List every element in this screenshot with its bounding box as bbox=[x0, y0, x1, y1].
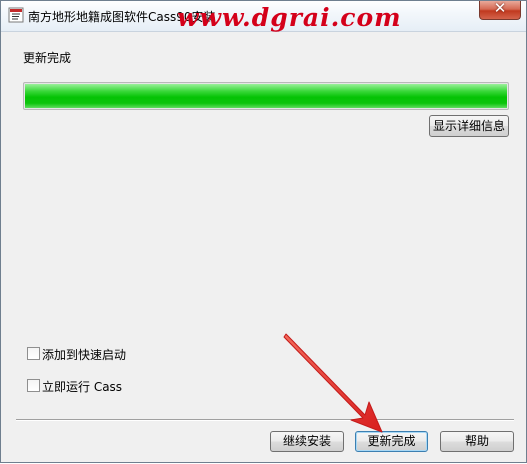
quick-launch-checkbox[interactable] bbox=[27, 347, 40, 360]
installer-window: 南方地形地籍成图软件Cass90安装 www.dgrai.com ✕ 更新完成 … bbox=[0, 0, 527, 463]
progress-fill bbox=[25, 84, 507, 108]
finish-update-button[interactable]: 更新完成 bbox=[355, 431, 428, 452]
button-separator bbox=[16, 419, 514, 421]
title-bar[interactable]: 南方地形地籍成图软件Cass90安装 www.dgrai.com ✕ bbox=[1, 0, 526, 32]
status-label: 更新完成 bbox=[23, 51, 72, 65]
run-now-checkbox[interactable] bbox=[27, 379, 40, 392]
quick-launch-label: 添加到快速启动 bbox=[42, 348, 127, 362]
app-icon bbox=[8, 7, 24, 23]
help-button[interactable]: 帮助 bbox=[440, 431, 514, 452]
run-now-label: 立即运行 Cass bbox=[42, 380, 123, 394]
continue-install-button[interactable]: 继续安装 bbox=[270, 431, 344, 452]
progress-bar bbox=[23, 82, 509, 110]
show-details-button[interactable]: 显示详细信息 bbox=[429, 115, 509, 137]
close-button[interactable]: ✕ bbox=[479, 0, 521, 20]
content-area: 更新完成 显示详细信息 添加到快速启动 立即运行 Cass 继续安装 更新完成 … bbox=[2, 32, 526, 462]
watermark-text: www.dgrai.com bbox=[177, 3, 402, 32]
close-icon: ✕ bbox=[493, 0, 507, 17]
